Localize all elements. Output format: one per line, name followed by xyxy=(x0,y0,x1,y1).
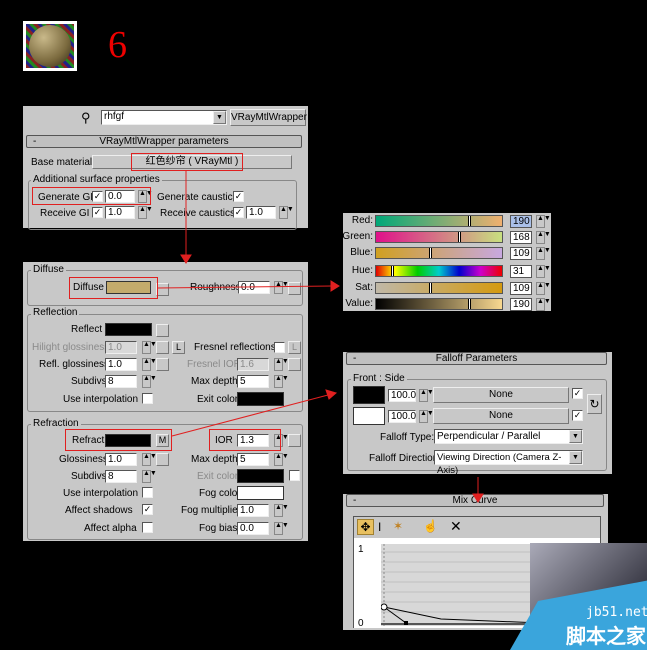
connector-arrows xyxy=(157,171,484,503)
